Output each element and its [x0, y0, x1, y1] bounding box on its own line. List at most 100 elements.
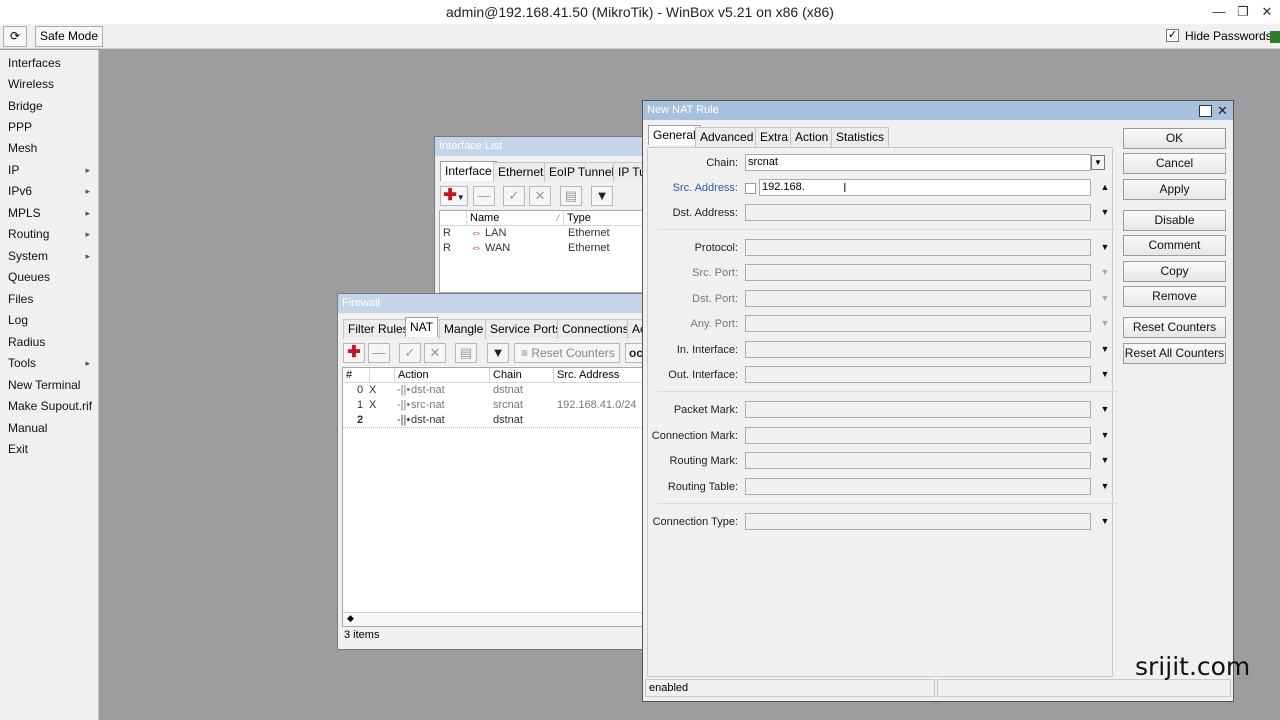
sidebar-item-radius[interactable]: Radius	[8, 332, 96, 352]
connection-mark-input[interactable]	[745, 427, 1091, 444]
src-address-input[interactable]: 192.168.	[759, 179, 1091, 196]
column-header-action[interactable]: Action	[395, 368, 490, 383]
sidebar-item-mesh[interactable]: Mesh	[8, 138, 96, 158]
column-header-name[interactable]: Name ⁄	[467, 211, 564, 226]
close-icon[interactable]: ✕	[1254, 0, 1280, 24]
interface-name[interactable]: LAN	[485, 226, 506, 241]
rule-action[interactable]: src-nat	[411, 398, 445, 413]
column-header-number[interactable]: #	[343, 368, 370, 383]
comment-button[interactable]: Comment	[1123, 235, 1226, 256]
protocol-input[interactable]	[745, 239, 1091, 256]
close-icon[interactable]: ✕	[1215, 103, 1230, 118]
reset-counters-button[interactable]: Reset Counters	[1123, 317, 1226, 338]
in-interface-input[interactable]	[745, 341, 1091, 358]
maximize-icon[interactable]: ❐	[1230, 0, 1256, 24]
chain-dropdown-button[interactable]: ▼	[1091, 155, 1105, 170]
sidebar-item-files[interactable]: Files	[8, 289, 96, 309]
disable-button[interactable]: Disable	[1123, 210, 1226, 231]
dst-address-input[interactable]	[745, 204, 1091, 221]
sidebar-item-system[interactable]: System ▸	[8, 246, 96, 266]
connection-type-input[interactable]	[745, 513, 1091, 530]
sidebar-item-ppp[interactable]: PPP	[8, 117, 96, 137]
sidebar-item-tools[interactable]: Tools ▸	[8, 353, 96, 373]
tab-filter-rules[interactable]: Filter Rules	[343, 319, 414, 339]
tab-statistics[interactable]: Statistics	[831, 127, 890, 147]
tab-interface[interactable]: Interface	[440, 161, 497, 181]
cancel-button[interactable]: Cancel	[1123, 153, 1226, 174]
copy-button[interactable]: Copy	[1123, 261, 1226, 282]
tab-action[interactable]: Action	[790, 127, 834, 147]
remove-button[interactable]: Remove	[1123, 286, 1226, 307]
ok-button[interactable]: OK	[1123, 128, 1226, 149]
sidebar-item-ipv6[interactable]: IPv6 ▸	[8, 181, 96, 201]
disable-button[interactable]: ✕	[529, 186, 551, 206]
sidebar-item-bridge[interactable]: Bridge	[8, 96, 96, 116]
disable-button[interactable]: ✕	[424, 343, 446, 363]
dst-port-input[interactable]	[745, 290, 1091, 307]
rule-action[interactable]: dst-nat	[411, 383, 445, 398]
tab-eoip-tunnel[interactable]: EoIP Tunnel	[544, 162, 620, 182]
sidebar-item-queues[interactable]: Queues	[8, 267, 96, 287]
comment-button[interactable]: ▤	[455, 343, 477, 363]
expand-arrow-icon[interactable]: ▼	[1099, 366, 1111, 383]
rule-action[interactable]: dst-nat	[411, 413, 445, 428]
comment-button[interactable]: ▤	[560, 186, 582, 206]
tab-nat[interactable]: NAT	[405, 317, 439, 337]
tab-ethernet[interactable]: Ethernet	[493, 162, 549, 182]
tab-mangle[interactable]: Mangle	[439, 319, 489, 339]
maximize-icon[interactable]	[1199, 105, 1212, 117]
expand-arrow-icon[interactable]: ▼	[1099, 204, 1111, 221]
enable-button[interactable]: ✓	[399, 343, 421, 363]
reset-counters-button[interactable]: ≡ Reset Counters	[514, 343, 620, 363]
expand-arrow-icon[interactable]: ▼	[1099, 513, 1111, 530]
window-title[interactable]: New NAT Rule	[643, 101, 1233, 120]
tab-general[interactable]: General	[648, 125, 701, 145]
minimize-icon[interactable]: —	[1206, 0, 1232, 24]
sidebar-item-exit[interactable]: Exit	[8, 439, 96, 459]
sidebar-item-ip[interactable]: IP ▸	[8, 160, 96, 180]
refresh-button[interactable]: ⟳	[3, 26, 27, 47]
out-interface-input[interactable]	[745, 366, 1091, 383]
src-port-input[interactable]	[745, 264, 1091, 281]
expand-arrow-icon[interactable]: ▼	[1099, 341, 1111, 358]
filter-button[interactable]: ▼	[591, 186, 613, 206]
any-port-input[interactable]	[745, 315, 1091, 332]
routing-mark-input[interactable]	[745, 452, 1091, 469]
remove-button[interactable]: —	[473, 186, 495, 206]
sidebar-item-new-terminal[interactable]: New Terminal	[8, 375, 96, 395]
expand-arrow-icon[interactable]: ▼	[1099, 478, 1111, 495]
filter-button[interactable]: ▼	[487, 343, 509, 363]
safe-mode-button[interactable]: Safe Mode	[35, 26, 103, 47]
tab-extra[interactable]: Extra	[755, 127, 794, 147]
horizontal-scrollbar[interactable]: ◆	[343, 612, 648, 626]
sidebar-item-wireless[interactable]: Wireless	[8, 74, 96, 94]
src-address-invert-checkbox[interactable]	[745, 183, 756, 194]
tab-service-ports[interactable]: Service Ports	[485, 319, 567, 339]
packet-mark-input[interactable]	[745, 401, 1091, 418]
scroll-left-icon[interactable]: ◆	[347, 613, 354, 624]
window-title[interactable]: Firewall	[338, 294, 647, 313]
sidebar-item-make-supout[interactable]: Make Supout.rif	[8, 396, 96, 416]
expand-arrow-icon[interactable]: ▼	[1099, 239, 1111, 256]
enable-button[interactable]: ✓	[503, 186, 525, 206]
add-button[interactable]: ✚▼	[440, 186, 468, 206]
interface-name[interactable]: WAN	[485, 241, 510, 256]
apply-button[interactable]: Apply	[1123, 179, 1226, 200]
sidebar-item-routing[interactable]: Routing ▸	[8, 224, 96, 244]
remove-button[interactable]: —	[368, 343, 390, 363]
tab-advanced[interactable]: Advanced	[695, 127, 759, 147]
hide-passwords-checkbox[interactable]: ✓	[1166, 29, 1179, 42]
window-title[interactable]: Interface List	[435, 137, 647, 156]
expand-arrow-icon[interactable]: ▼	[1099, 452, 1111, 469]
routing-table-input[interactable]	[745, 478, 1091, 495]
sidebar-item-mpls[interactable]: MPLS ▸	[8, 203, 96, 223]
expand-arrow-icon[interactable]: ▼	[1099, 401, 1111, 418]
collapse-arrow-icon[interactable]: ▲	[1099, 179, 1111, 196]
expand-arrow-icon[interactable]: ▼	[1099, 427, 1111, 444]
sidebar-item-interfaces[interactable]: Interfaces	[8, 53, 96, 73]
sidebar-item-manual[interactable]: Manual	[8, 418, 96, 438]
chain-select[interactable]: srcnat	[745, 154, 1091, 171]
column-header-chain[interactable]: Chain	[490, 368, 554, 383]
add-button[interactable]: ✚	[343, 343, 365, 363]
sidebar-item-log[interactable]: Log	[8, 310, 96, 330]
